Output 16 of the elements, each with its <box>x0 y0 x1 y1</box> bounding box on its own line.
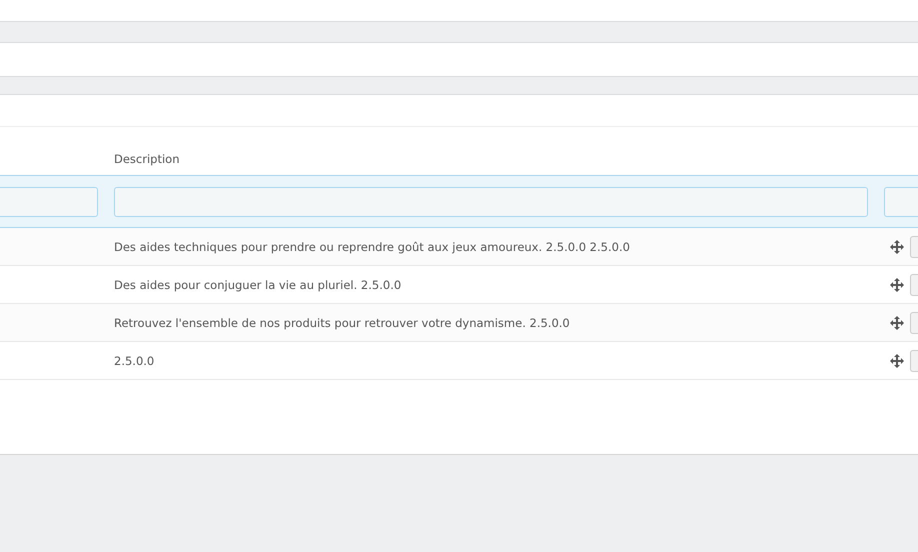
filter-field[interactable] <box>884 186 918 216</box>
action-button[interactable] <box>910 236 918 258</box>
action-button[interactable] <box>910 274 918 296</box>
table-cell-text: Des aides pour conjuguer la vie au pluriel. 2.5.0.0 <box>114 278 402 292</box>
move-icon[interactable] <box>890 240 904 254</box>
table-cell-text: 2.5.0.0 <box>114 354 156 368</box>
action-button[interactable] <box>910 312 918 334</box>
move-icon[interactable] <box>890 354 904 368</box>
table-cell-text: Retrouvez l'ensemble de nos produits pour retrouver votre dynamisme. 2.5.0.0 <box>114 316 571 330</box>
move-icon[interactable] <box>890 316 904 330</box>
move-icon[interactable] <box>890 278 904 292</box>
table-cell-text: Des aides techniques pour prendre ou reprendre goût aux jeux amoureux. 2.5.0.0 2.5.0.0 <box>114 240 631 254</box>
action-button[interactable] <box>910 350 918 372</box>
filter-field[interactable] <box>114 186 868 216</box>
filter-field[interactable] <box>0 186 98 216</box>
column-header: Description <box>114 152 180 166</box>
